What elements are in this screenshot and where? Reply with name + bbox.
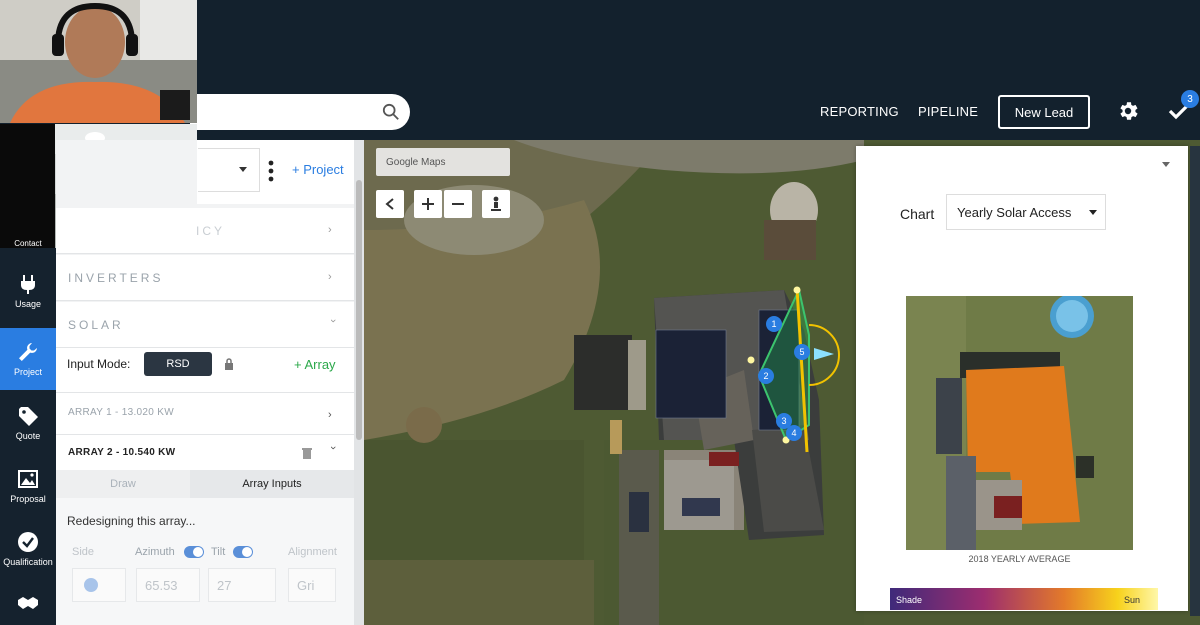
notification-badge: 3 bbox=[1181, 90, 1199, 108]
alignment-label: Alignment bbox=[288, 546, 337, 558]
section-efficiency[interactable]: ICY › bbox=[56, 208, 354, 254]
input-mode-label: Input Mode: bbox=[67, 357, 131, 371]
chevron-down-icon: › bbox=[327, 319, 339, 323]
nav-pipeline[interactable]: PIPELINE bbox=[918, 104, 978, 119]
plus-icon bbox=[422, 198, 434, 210]
pegman-icon bbox=[491, 196, 501, 211]
panel-scrollbar-thumb[interactable] bbox=[356, 180, 362, 440]
chart-caption: 2018 YEARLY AVERAGE bbox=[968, 554, 1071, 564]
project-select[interactable] bbox=[198, 148, 260, 192]
new-lead-button[interactable]: New Lead bbox=[998, 95, 1090, 129]
minus-icon bbox=[452, 203, 464, 205]
array-row-2[interactable]: ARRAY 2 - 10.540 KW › bbox=[56, 434, 354, 470]
zoom-out-button[interactable] bbox=[444, 190, 472, 218]
array-1-label: ARRAY 1 - 13.020 KW bbox=[68, 407, 174, 418]
rail-item-quote[interactable]: Quote bbox=[0, 392, 56, 454]
chevron-left-icon bbox=[385, 198, 394, 210]
video-tile-presenter bbox=[0, 0, 197, 123]
azimuth-toggle[interactable] bbox=[184, 546, 204, 558]
page-scrollbar[interactable] bbox=[1190, 146, 1200, 616]
solar-heatmap-image bbox=[906, 296, 1133, 550]
azimuth-label: Azimuth bbox=[135, 546, 175, 558]
plug-icon bbox=[21, 275, 35, 294]
solar-access-heatmap bbox=[906, 296, 1133, 550]
handshake-icon bbox=[18, 597, 38, 609]
gear-icon[interactable] bbox=[1116, 99, 1140, 123]
section-inverters-title: INVERTERS bbox=[68, 271, 164, 285]
legend-shade-label: Shade bbox=[896, 595, 923, 605]
chevron-right-icon: › bbox=[328, 409, 332, 421]
image-icon bbox=[18, 470, 38, 488]
chevron-down-icon bbox=[239, 167, 247, 172]
chart-label: Chart bbox=[900, 206, 935, 222]
chevron-down-icon bbox=[1089, 210, 1097, 215]
tab-array-inputs[interactable]: Array Inputs bbox=[190, 470, 354, 498]
map-type-select[interactable]: Google Maps bbox=[376, 148, 510, 176]
rail-item-contracts[interactable] bbox=[0, 582, 56, 625]
left-nav-rail: Contact Usage Project Quote Proposal Qua… bbox=[0, 239, 56, 625]
wrench-icon bbox=[19, 343, 37, 361]
chart-type-value: Yearly Solar Access bbox=[957, 204, 1072, 220]
nav-reporting[interactable]: REPORTING bbox=[820, 104, 899, 119]
input-mode-rsd-button[interactable]: RSD bbox=[144, 352, 212, 376]
section-efficiency-title: ICY bbox=[196, 224, 226, 238]
chevron-right-icon: › bbox=[328, 224, 332, 236]
rail-usage-label: Usage bbox=[14, 299, 41, 309]
section-inverters[interactable]: INVERTERS › bbox=[56, 255, 354, 301]
lock-icon bbox=[225, 358, 233, 370]
zoom-in-button[interactable] bbox=[414, 190, 442, 218]
rail-item-proposal[interactable]: Proposal bbox=[0, 455, 56, 517]
tag-icon bbox=[19, 407, 38, 426]
panel-marker-2[interactable]: 2 bbox=[758, 368, 774, 384]
array-tabs: Draw Array Inputs bbox=[56, 470, 354, 498]
checkmark-circle-icon bbox=[18, 532, 38, 552]
add-project-button[interactable]: + Project bbox=[292, 162, 344, 177]
chevron-right-icon: › bbox=[328, 271, 332, 283]
add-array-button[interactable]: + Array bbox=[294, 357, 336, 372]
search-icon[interactable] bbox=[382, 103, 400, 121]
rail-project-label: Project bbox=[13, 367, 42, 377]
rail-qualification-label: Qualification bbox=[3, 557, 53, 567]
side-indicator-icon bbox=[84, 578, 98, 592]
azimuth-input[interactable]: 65.53 bbox=[136, 568, 200, 602]
section-solar[interactable]: SOLAR › bbox=[56, 302, 354, 348]
search-bar[interactable] bbox=[190, 94, 410, 130]
rail-item-contact[interactable]: Contact bbox=[0, 226, 56, 260]
rail-item-usage[interactable]: Usage bbox=[0, 260, 56, 322]
array-row-1[interactable]: ARRAY 1 - 13.020 KW › bbox=[56, 392, 354, 434]
side-label: Side bbox=[72, 546, 95, 558]
kebab-menu-icon[interactable] bbox=[268, 160, 274, 182]
panel-marker-5[interactable]: 5 bbox=[794, 344, 810, 360]
solar-access-panel: Chart Yearly Solar Access 2018 YEARLY AV… bbox=[856, 146, 1188, 611]
redesign-status-text: Redesigning this array... bbox=[67, 514, 196, 528]
array-2-label: ARRAY 2 - 10.540 KW bbox=[68, 447, 176, 458]
legend-sun-label: Sun bbox=[1124, 595, 1141, 605]
shade-sun-legend bbox=[890, 588, 1158, 610]
rail-item-project[interactable]: Project bbox=[0, 328, 56, 390]
tilt-input[interactable]: 27 bbox=[208, 568, 276, 602]
alignment-select[interactable]: Gri bbox=[288, 568, 336, 602]
street-view-button[interactable] bbox=[482, 190, 510, 218]
side-select[interactable] bbox=[72, 568, 126, 602]
rail-contact-label: Contact bbox=[14, 238, 42, 248]
chart-type-select[interactable]: Yearly Solar Access bbox=[946, 194, 1106, 230]
tab-draw[interactable]: Draw bbox=[56, 470, 190, 498]
rail-proposal-label: Proposal bbox=[10, 494, 46, 504]
chevron-down-icon[interactable]: › bbox=[327, 446, 339, 456]
trash-icon[interactable] bbox=[302, 447, 312, 459]
map-back-button[interactable] bbox=[376, 190, 404, 218]
collapse-caret-icon[interactable] bbox=[1162, 162, 1170, 168]
panel-marker-1[interactable]: 1 bbox=[766, 316, 782, 332]
app-window: REPORTING PIPELINE New Lead 3 + Project … bbox=[0, 0, 1200, 625]
rail-item-qualification[interactable]: Qualification bbox=[0, 518, 56, 580]
section-solar-title: SOLAR bbox=[68, 318, 124, 332]
tilt-label: Tilt bbox=[211, 546, 226, 558]
presenter-video-image bbox=[0, 0, 197, 123]
panel-marker-4[interactable]: 4 bbox=[786, 425, 802, 441]
tilt-toggle[interactable] bbox=[233, 546, 253, 558]
rail-quote-label: Quote bbox=[15, 431, 41, 441]
